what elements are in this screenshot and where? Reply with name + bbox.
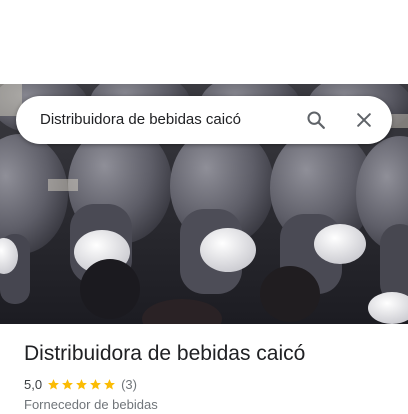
top-blank-area [0,0,408,84]
place-category: Fornecedor de bebidas [24,397,158,412]
clear-search-button[interactable] [348,104,380,136]
review-count[interactable]: (3) [121,377,137,392]
place-title: Distribuidora de bebidas caicó [24,342,306,365]
search-button[interactable] [300,104,332,136]
star-icon [62,378,73,389]
star-icon [76,378,87,389]
close-icon [357,113,371,127]
search-bar[interactable]: Distribuidora de bebidas caicó [16,96,392,144]
search-icon [307,111,325,129]
rating-value: 5,0 [24,376,43,392]
star-icon [104,378,115,389]
star-icon [48,378,59,389]
search-input[interactable]: Distribuidora de bebidas caicó [40,96,241,144]
star-icon [90,378,101,389]
rating-stars [47,378,116,391]
place-info-panel: Distribuidora de bebidas caicó 5,0 (3) F… [24,340,394,414]
rating-row[interactable]: 5,0 (3) [24,376,394,392]
